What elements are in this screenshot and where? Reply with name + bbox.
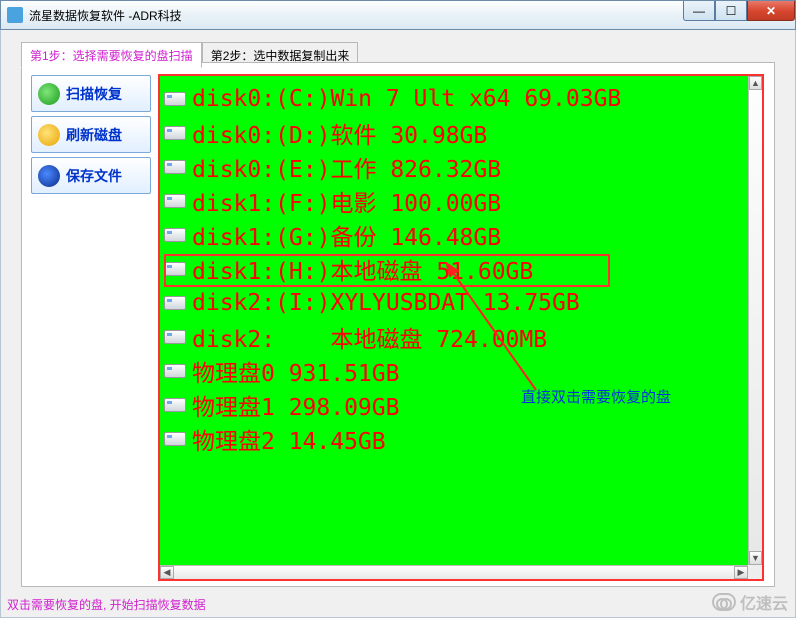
app-icon: [7, 7, 23, 23]
scroll-up-button[interactable]: ▲: [749, 76, 762, 90]
disk-label: disk0:(E:)工作 826.32GB: [192, 150, 501, 184]
tab-step1[interactable]: 第1步：选择需要恢复的盘扫描: [21, 42, 202, 68]
save-file-label: 保存文件: [66, 166, 122, 186]
window-title: 流星数据恢复软件 -ADR科技: [29, 7, 182, 24]
vertical-scrollbar[interactable]: ▲ ▼: [748, 76, 762, 565]
scroll-down-button[interactable]: ▼: [749, 551, 762, 565]
scroll-right-button[interactable]: ▶: [734, 566, 748, 579]
disk-icon: [164, 194, 186, 208]
status-bar: 双击需要恢复的盘, 开始扫描恢复数据: [7, 595, 789, 613]
disk-row[interactable]: 物理盘2 14.45GB: [164, 422, 742, 456]
scroll-left-button[interactable]: ◀: [160, 566, 174, 579]
close-button[interactable]: ✕: [747, 1, 795, 21]
save-file-button[interactable]: 保存文件: [31, 157, 151, 194]
disk-icon: [164, 160, 186, 174]
disk-icon: [164, 364, 186, 378]
watermark: 亿速云: [712, 590, 788, 614]
refresh-disk-label: 刷新磁盘: [66, 125, 122, 145]
scroll-corner: [748, 565, 762, 579]
disk-label: 物理盘0 931.51GB: [192, 354, 399, 388]
disk-row[interactable]: disk1:(G:)备份 146.48GB: [164, 218, 742, 252]
scan-recover-button[interactable]: 扫描恢复: [31, 75, 151, 112]
horizontal-scrollbar[interactable]: ◀ ▶: [160, 565, 748, 579]
watermark-logo-icon: [712, 593, 736, 611]
minimize-button[interactable]: —: [683, 1, 715, 21]
disk-icon: [164, 296, 186, 310]
disk-icon: [164, 262, 186, 276]
disk-row[interactable]: disk1:(H:)本地磁盘 51.60GB: [164, 252, 742, 286]
disk-label: disk1:(F:)电影 100.00GB: [192, 184, 501, 218]
disk-icon: [164, 228, 186, 242]
disk-label: disk2:(I:)XYLYUSBDAT 13.75GB: [192, 290, 580, 316]
disk-label: disk0:(D:)软件 30.98GB: [192, 116, 487, 150]
disk-label: 物理盘2 14.45GB: [192, 422, 386, 456]
refresh-icon: [38, 124, 60, 146]
refresh-disk-button[interactable]: 刷新磁盘: [31, 116, 151, 153]
disk-icon: [164, 432, 186, 446]
disk-label: disk1:(G:)备份 146.48GB: [192, 218, 501, 252]
magnifier-icon: [38, 83, 60, 105]
annotation-text: 直接双击需要恢复的盘: [521, 386, 671, 407]
sidebar: 扫描恢复 刷新磁盘 保存文件: [31, 75, 151, 194]
disk-row[interactable]: disk0:(D:)软件 30.98GB: [164, 116, 742, 150]
disk-row[interactable]: disk2:(I:)XYLYUSBDAT 13.75GB: [164, 286, 742, 320]
maximize-button[interactable]: ☐: [715, 1, 747, 21]
disk-list[interactable]: disk0:(C:)Win 7 Ult x64 69.03GB disk0:(D:…: [160, 76, 748, 565]
disk-icon: [164, 92, 186, 106]
disk-row[interactable]: disk0:(C:)Win 7 Ult x64 69.03GB: [164, 82, 742, 116]
scan-recover-label: 扫描恢复: [66, 84, 122, 104]
disk-row[interactable]: disk0:(E:)工作 826.32GB: [164, 150, 742, 184]
disk-label: disk2: 本地磁盘 724.00MB: [192, 320, 547, 354]
app-body: 第1步：选择需要恢复的盘扫描 第2步：选中数据复制出来 扫描恢复 刷新磁盘 保存…: [0, 30, 796, 618]
disk-label: disk1:(H:)本地磁盘 51.60GB: [192, 252, 533, 286]
disk-icon: [164, 330, 186, 344]
save-icon: [38, 165, 60, 187]
disk-icon: [164, 398, 186, 412]
window-controls: — ☐ ✕: [683, 1, 795, 21]
disk-icon: [164, 126, 186, 140]
titlebar[interactable]: 流星数据恢复软件 -ADR科技 — ☐ ✕: [0, 0, 796, 30]
disk-label: disk0:(C:)Win 7 Ult x64 69.03GB: [192, 86, 621, 112]
watermark-text: 亿速云: [740, 590, 788, 614]
disk-panel: disk0:(C:)Win 7 Ult x64 69.03GB disk0:(D:…: [158, 74, 764, 581]
disk-label: 物理盘1 298.09GB: [192, 388, 399, 422]
disk-row[interactable]: 物理盘0 931.51GB: [164, 354, 742, 388]
disk-row[interactable]: disk2: 本地磁盘 724.00MB: [164, 320, 742, 354]
status-text: 双击需要恢复的盘, 开始扫描恢复数据: [7, 596, 206, 613]
disk-row[interactable]: disk1:(F:)电影 100.00GB: [164, 184, 742, 218]
vscroll-thumb[interactable]: [749, 90, 762, 551]
hscroll-thumb[interactable]: [174, 566, 734, 579]
